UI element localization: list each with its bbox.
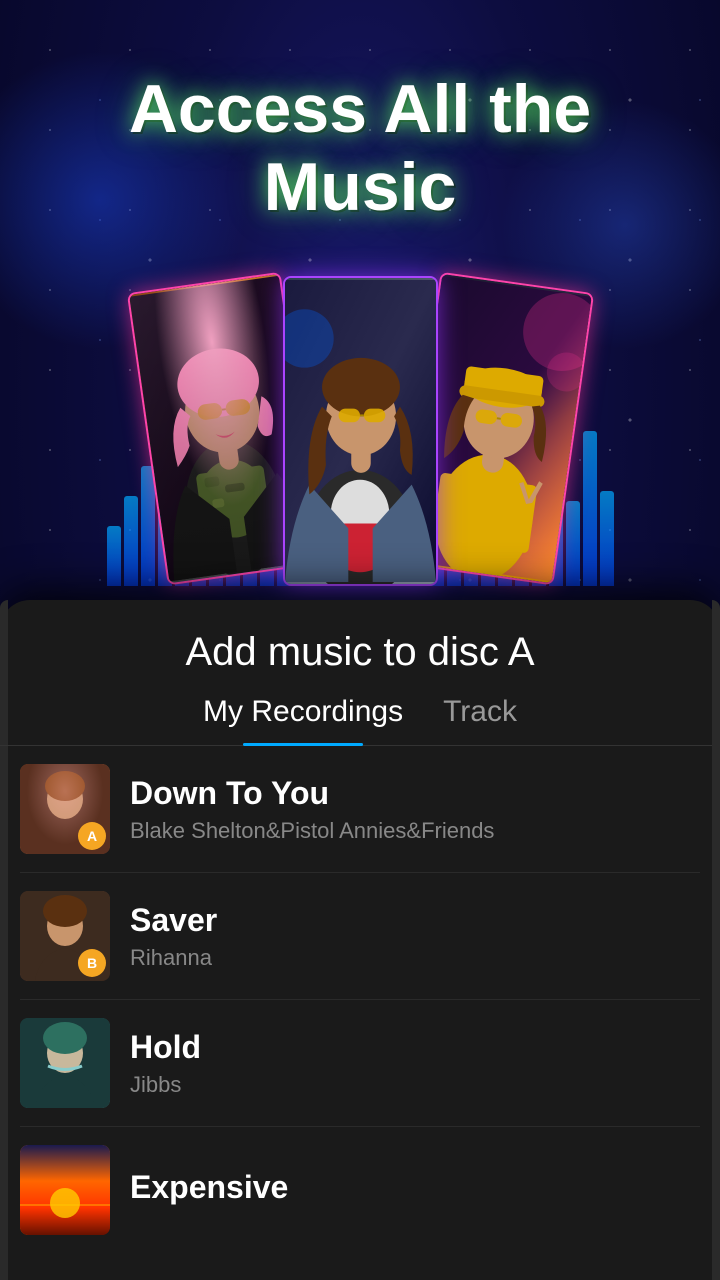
tab-recordings[interactable]: My Recordings [203,695,403,745]
track-badge-2: B [78,949,106,977]
tabs-container: My Recordings Track [0,695,720,746]
track-info-1: Down To You Blake Shelton&Pistol Annies&… [130,775,700,844]
track-list: A Down To You Blake Shelton&Pistol Annie… [0,746,720,1253]
artist-image-center [285,278,436,584]
track-info-2: Saver Rihanna [130,902,700,971]
track-info-4: Expensive [130,1169,700,1212]
track-badge-1: A [78,822,106,850]
track-artist-3: Jibbs [130,1072,700,1098]
track-name-4: Expensive [130,1169,700,1206]
track-info-3: Hold Jibbs [130,1029,700,1098]
badge-label-2: B [87,955,97,971]
track-name-1: Down To You [130,775,700,812]
modal-title: Add music to disc A [0,620,720,695]
artist-card-center [283,276,438,586]
artists-area [0,246,720,586]
title-line1: Access All the [129,71,591,147]
badge-label-1: A [87,828,97,844]
modal-container: Add music to disc A My Recordings Track … [0,600,720,1280]
list-item[interactable]: Expensive [20,1127,700,1253]
track-name-2: Saver [130,902,700,939]
list-item[interactable]: B Saver Rihanna [20,873,700,1000]
title-line2: Music [264,149,457,225]
track-thumbnail-3 [20,1018,110,1108]
track-thumbnail-1: A [20,764,110,854]
tab-track-label: Track [443,695,517,728]
track-thumbnail-2: B [20,891,110,981]
tab-track[interactable]: Track [443,695,517,745]
track-thumbnail-4 [20,1145,110,1235]
tab-recordings-label: My Recordings [203,695,403,728]
track-artist-2: Rihanna [130,945,700,971]
page-title: Access All the Music [0,0,720,226]
list-item[interactable]: Hold Jibbs [20,1000,700,1127]
track-artist-1: Blake Shelton&Pistol Annies&Friends [130,818,700,844]
list-item[interactable]: A Down To You Blake Shelton&Pistol Annie… [20,746,700,873]
track-name-3: Hold [130,1029,700,1066]
